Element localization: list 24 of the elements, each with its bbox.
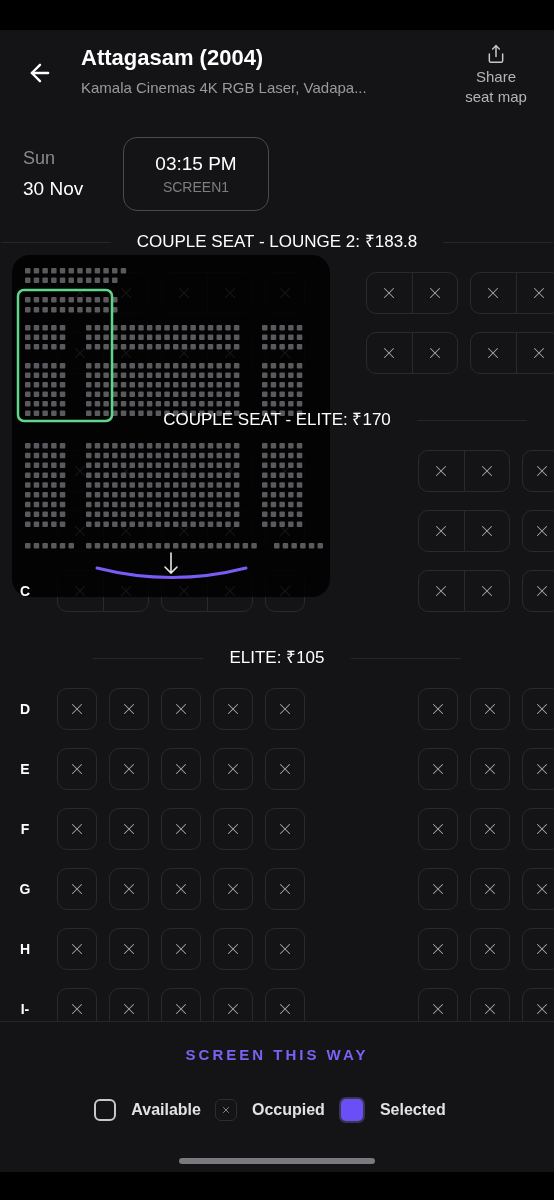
show-date: 30 Nov — [23, 177, 85, 201]
screen-direction-label: SCREEN THIS WAY — [185, 1045, 369, 1065]
share-icon — [486, 44, 506, 64]
legend-label: Available — [131, 1099, 201, 1120]
row-label: D — [19, 699, 31, 719]
row-label: H — [19, 939, 31, 959]
section-title: COUPLE SEAT - ELITE: ₹170 — [163, 409, 391, 432]
legend-label: Selected — [379, 1099, 446, 1120]
movie-title: Attagasam (2004) — [81, 44, 265, 72]
row-label: C — [19, 581, 31, 601]
showtime-button[interactable]: 03:15 PM SCREEN1 — [123, 137, 269, 211]
occupied-seat-icon — [214, 1098, 237, 1121]
show-day: Sun — [23, 147, 123, 169]
selected-seat-icon — [338, 1096, 365, 1123]
section-title: ELITE: ₹105 — [229, 647, 325, 670]
legend-label: Occupied — [251, 1099, 325, 1120]
available-seat-icon — [94, 1098, 117, 1121]
row-label: I- — [20, 999, 30, 1019]
row-label: E — [20, 759, 30, 779]
cinema-name: Kamala Cinemas 4K RGB Laser, Vadapa... — [81, 78, 368, 98]
section-title: COUPLE SEAT - LOUNGE 2: ₹183.8 — [136, 232, 418, 254]
row-label: F — [20, 819, 30, 839]
row-label: G — [19, 879, 31, 899]
share-button[interactable]: Share seat map — [460, 44, 532, 107]
